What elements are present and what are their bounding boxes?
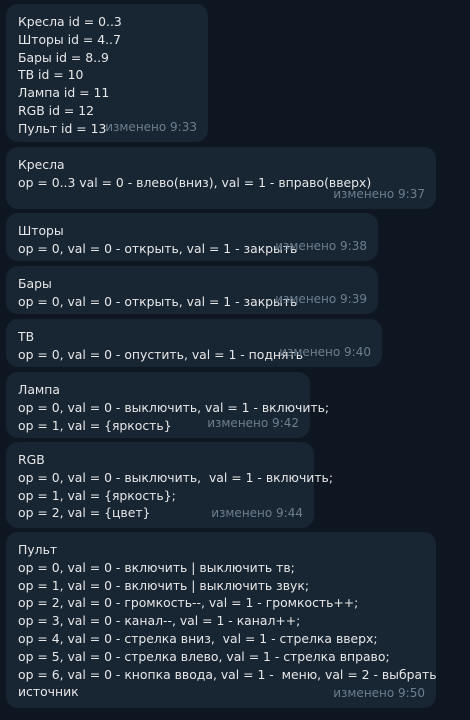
message-text-line: op = 3, val = 0 - канал--, val = 1 - кан… bbox=[18, 613, 301, 629]
message-text-line: op = 0, val = 0 - выключить, val = 1 - в… bbox=[18, 469, 334, 485]
edited-timestamp: изменено 9:33 bbox=[105, 120, 197, 135]
edited-timestamp: изменено 9:44 bbox=[211, 506, 303, 521]
message-bubble-curtains[interactable]: Шторы op = 0, val = 0 - открыть, val = 1… bbox=[6, 213, 378, 261]
edited-timestamp: изменено 9:37 bbox=[333, 187, 425, 202]
message-text-line: op = 4, val = 0 - стрелка вниз, val = 1 … bbox=[18, 630, 378, 646]
edited-timestamp: изменено 9:50 bbox=[333, 686, 425, 701]
message-text-line: op = 5, val = 0 - стрелка влево, val = 1… bbox=[18, 648, 390, 664]
message-text-line: Лампа bbox=[18, 382, 60, 397]
message-text-line: Пульт bbox=[18, 542, 58, 557]
message-bubble-chairs[interactable]: Кресла op = 0..3 val = 0 - влево(вниз), … bbox=[6, 147, 436, 209]
message-text-line: ТВ bbox=[18, 329, 35, 344]
edited-timestamp: изменено 9:42 bbox=[207, 416, 299, 431]
message-text-line: Кресла bbox=[18, 157, 65, 172]
message-text-line: RGB bbox=[18, 452, 45, 467]
message-bubble-lamp[interactable]: Лампа op = 0, val = 0 - выключить, val =… bbox=[6, 372, 330, 438]
message-text-line: Бары bbox=[18, 276, 52, 291]
message-text-line: op = 2, val = 0 - громкость--, val = 1 -… bbox=[18, 595, 359, 611]
message-bubble-ids[interactable]: Кресла id = 0..3 Шторы id = 4..7 Бары id… bbox=[6, 4, 208, 142]
edited-timestamp: изменено 9:38 bbox=[275, 239, 367, 254]
message-text-line: Шторы id = 4..7 bbox=[18, 31, 121, 47]
edited-timestamp: изменено 9:39 bbox=[275, 292, 367, 307]
message-text-line: op = 0, val = 0 - включить | выключить т… bbox=[18, 559, 295, 575]
message-text-line: RGB id = 12 bbox=[18, 102, 94, 118]
message-text-line: Лампа id = 11 bbox=[18, 85, 110, 101]
message-text-line: Кресла id = 0..3 bbox=[18, 14, 122, 29]
message-bubble-remote[interactable]: Пульт op = 0, val = 0 - включить | выклю… bbox=[6, 532, 437, 708]
message-text-line: op = 1, val = 0 - включить | выключить з… bbox=[18, 577, 310, 593]
chat-history: Кресла id = 0..3 Шторы id = 4..7 Бары id… bbox=[0, 0, 470, 720]
message-text-line: op = 1, val = {яркость}; bbox=[18, 487, 176, 503]
edited-timestamp: изменено 9:40 bbox=[279, 345, 371, 360]
message-text-line: op = 0, val = 0 - выключить, val = 1 - в… bbox=[18, 399, 330, 415]
message-text-line: Шторы bbox=[18, 223, 64, 238]
message-bubble-rgb[interactable]: RGB op = 0, val = 0 - выключить, val = 1… bbox=[6, 442, 334, 528]
message-text-line: Бары id = 8..9 bbox=[18, 49, 109, 65]
message-text-line: op = 6, val = 0 - кнопка ввода, val = 1 … bbox=[18, 666, 437, 682]
message-bubble-tv[interactable]: ТВ op = 0, val = 0 - опустить, val = 1 -… bbox=[6, 319, 382, 367]
message-text-line: ТВ id = 10 bbox=[18, 67, 84, 83]
message-bubble-bars[interactable]: Бары op = 0, val = 0 - открыть, val = 1 … bbox=[6, 266, 378, 314]
